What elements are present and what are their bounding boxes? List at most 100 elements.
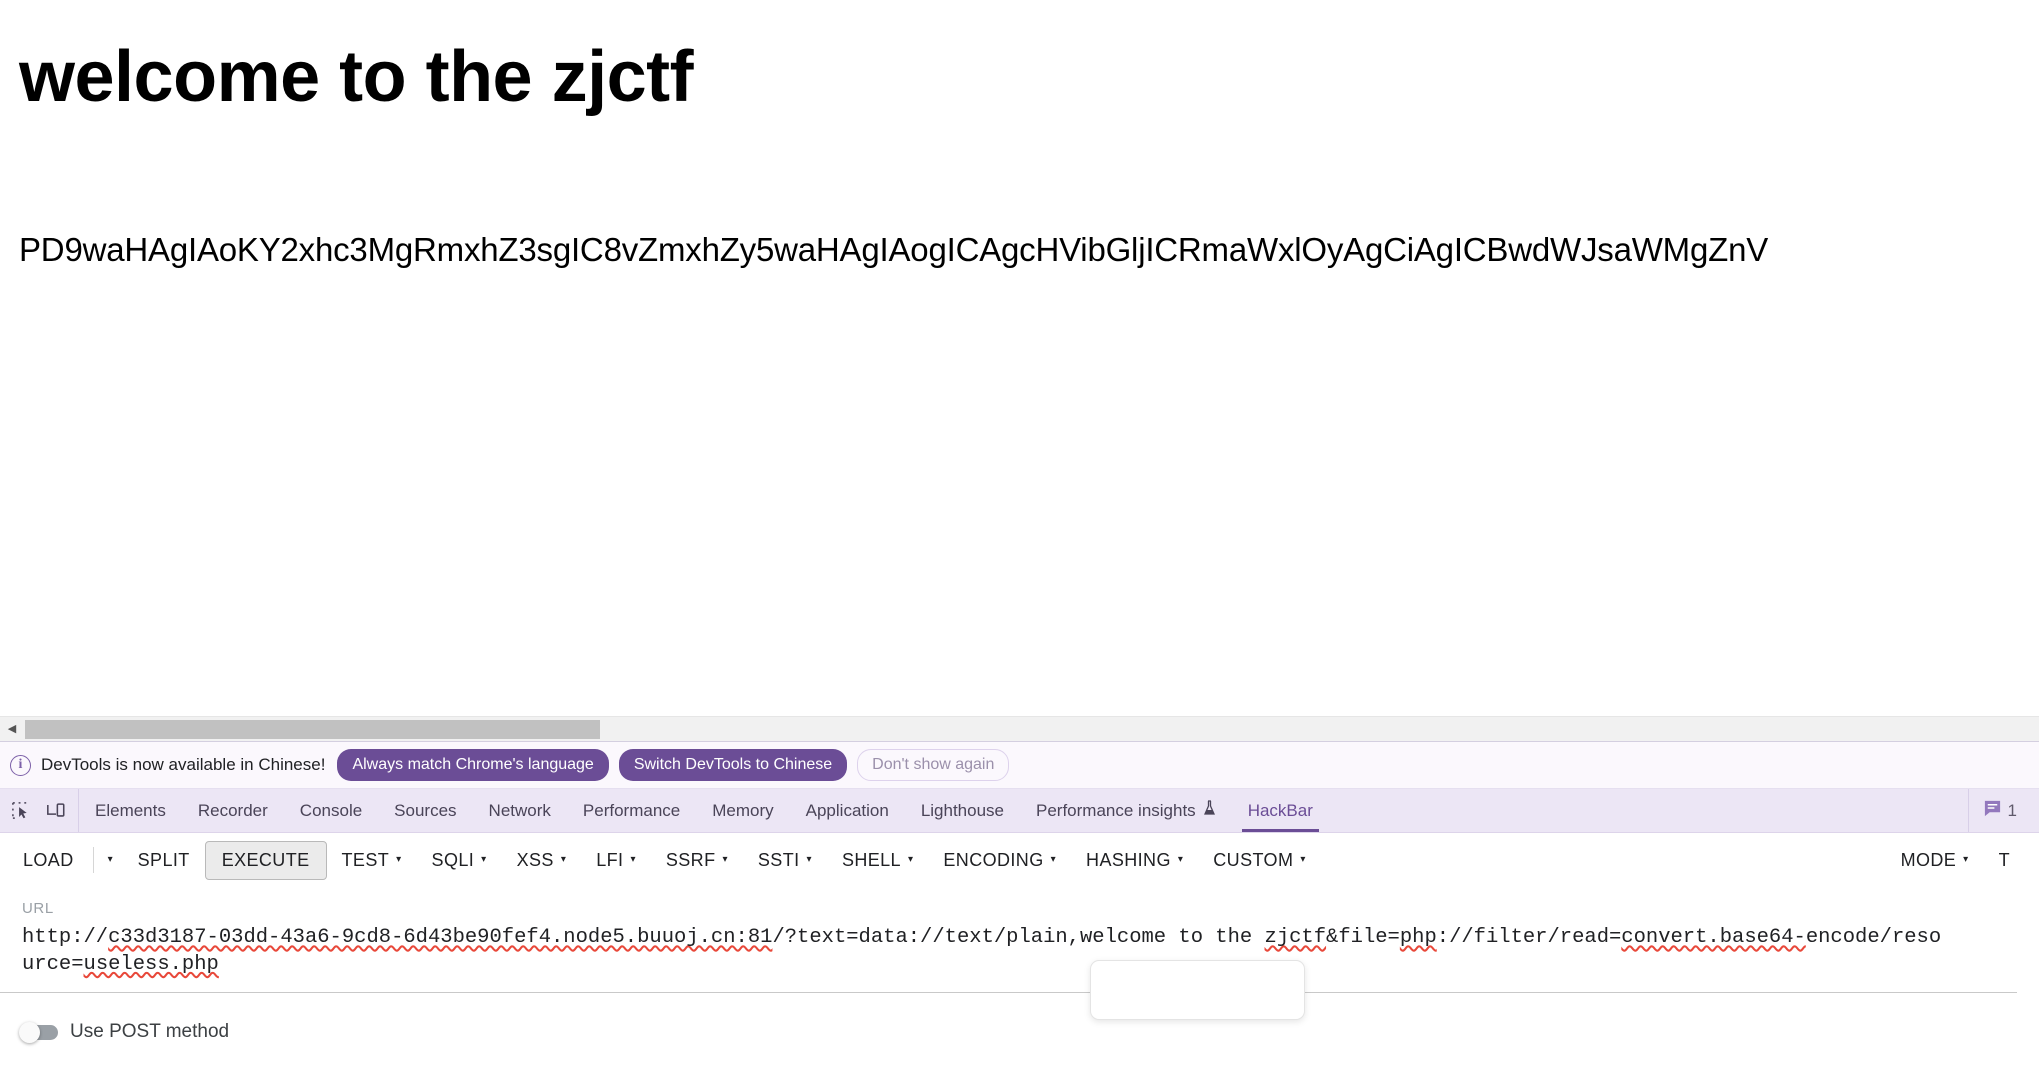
hackbar-lfi-button[interactable]: LFI ▾ xyxy=(581,841,651,880)
tab-label: HackBar xyxy=(1247,800,1313,820)
hackbar-toolbar: LOAD ▾ SPLIT EXECUTE TEST ▾ SQLI ▾ XSS ▾ LF… xyxy=(0,833,2039,888)
button-label: SSRF xyxy=(665,849,716,870)
hackbar-load-button[interactable]: LOAD xyxy=(8,841,89,880)
tab-label: Performance xyxy=(582,800,681,820)
devtools-language-notice: i DevTools is now available in Chinese! … xyxy=(0,742,2039,789)
tab-performance-insights[interactable]: Performance insights xyxy=(1020,789,1232,832)
page-title: welcome to the zjctf xyxy=(19,37,694,117)
hackbar-sqli-button[interactable]: SQLI ▾ xyxy=(417,841,502,880)
base64-output-text: PD9waHAgIAoKY2xhc3MgRmxhZ3sgIC8vZmxhZy5w… xyxy=(19,231,1769,268)
dont-show-again-button[interactable]: Don't show again xyxy=(857,748,1010,782)
chevron-down-icon: ▾ xyxy=(560,854,567,865)
tab-label: Lighthouse xyxy=(920,800,1004,820)
chevron-down-icon: ▾ xyxy=(1963,854,1969,865)
devtools-tool-icons xyxy=(0,789,79,832)
horizontal-scrollbar[interactable]: ◀ xyxy=(0,716,2039,741)
use-post-method-toggle[interactable] xyxy=(19,1021,58,1043)
tab-recorder[interactable]: Recorder xyxy=(182,789,284,832)
tab-elements[interactable]: Elements xyxy=(79,789,182,832)
tab-lighthouse[interactable]: Lighthouse xyxy=(905,789,1020,832)
button-label: LFI xyxy=(596,849,624,870)
url-segment: &file= xyxy=(1326,926,1400,949)
hackbar-test-button[interactable]: TEST ▾ xyxy=(327,841,417,880)
tab-network[interactable]: Network xyxy=(473,789,567,832)
hackbar-load-dropdown-button[interactable]: ▾ xyxy=(98,847,123,873)
browser-page-viewport: welcome to the zjctf PD9waHAgIAoKY2xhc3M… xyxy=(0,0,2039,716)
chevron-down-icon: ▾ xyxy=(630,854,636,865)
tab-label: Recorder xyxy=(197,800,268,820)
tab-console[interactable]: Console xyxy=(284,789,378,832)
always-match-chrome-language-button[interactable]: Always match Chrome's language xyxy=(337,748,609,782)
button-label: HASHING xyxy=(1086,849,1171,870)
tab-performance[interactable]: Performance xyxy=(567,789,696,832)
url-segment-misspelled: php xyxy=(1399,926,1437,949)
devtools-tabbar-right: 1 xyxy=(1967,789,2039,832)
button-label: SQLI xyxy=(431,849,475,870)
hackbar-shell-button[interactable]: SHELL ▾ xyxy=(827,841,928,880)
devtools-tabbar: Elements Recorder Console Sources Networ… xyxy=(0,789,2039,833)
button-label: SHELL xyxy=(841,849,901,870)
url-segment-misspelled: c33d3187-03dd-43a6-9cd8-6d43be90fef4.nod… xyxy=(108,926,773,949)
hackbar-theme-button[interactable]: T xyxy=(1984,841,2025,880)
tab-label: Sources xyxy=(394,800,457,820)
post-body-card[interactable] xyxy=(1090,960,1305,1020)
hackbar-execute-button[interactable]: EXECUTE xyxy=(204,840,327,880)
hackbar-encoding-button[interactable]: ENCODING ▾ xyxy=(928,841,1071,880)
url-segment-misspelled: zjctf xyxy=(1264,926,1327,949)
message-icon[interactable] xyxy=(1983,799,2002,823)
button-label: EXECUTE xyxy=(221,849,310,870)
tab-label: Performance insights xyxy=(1036,800,1196,820)
tab-memory[interactable]: Memory xyxy=(696,789,789,832)
toolbar-divider xyxy=(92,847,94,873)
devtools-panel: i DevTools is now available in Chinese! … xyxy=(0,741,2039,1074)
chevron-down-icon: ▾ xyxy=(806,854,812,865)
devtools-tab-list: Elements Recorder Console Sources Networ… xyxy=(79,789,1968,832)
button-label: CUSTOM xyxy=(1213,849,1294,870)
chevron-down-icon: ▾ xyxy=(1177,854,1184,865)
switch-devtools-to-chinese-button[interactable]: Switch DevTools to Chinese xyxy=(618,748,848,782)
scrollbar-thumb[interactable] xyxy=(25,720,600,739)
button-label: T xyxy=(1998,849,2010,870)
hackbar-toolbar-right: MODE ▾ T xyxy=(1886,841,2031,880)
hackbar-xss-button[interactable]: XSS ▾ xyxy=(502,841,582,880)
info-icon: i xyxy=(10,754,31,776)
hackbar-split-button[interactable]: SPLIT xyxy=(123,841,205,880)
button-label: ENCODING xyxy=(943,849,1044,870)
url-segment: http:// xyxy=(22,926,109,949)
button-label: LOAD xyxy=(23,849,74,870)
button-label: SPLIT xyxy=(137,849,190,870)
hackbar-ssti-button[interactable]: SSTI ▾ xyxy=(743,841,827,880)
button-label: MODE xyxy=(1900,849,1957,870)
chevron-down-icon: ▾ xyxy=(107,854,113,865)
tab-label: Application xyxy=(805,800,889,820)
url-segment: ://filter/read= xyxy=(1436,926,1622,949)
tab-application[interactable]: Application xyxy=(790,789,905,832)
scroll-left-arrow-icon[interactable]: ◀ xyxy=(4,721,20,738)
chevron-down-icon: ▾ xyxy=(396,854,402,865)
hackbar-custom-button[interactable]: CUSTOM ▾ xyxy=(1198,841,1321,880)
hackbar-mode-button[interactable]: MODE ▾ xyxy=(1886,841,1984,880)
hackbar-toolbar-left: LOAD ▾ SPLIT EXECUTE TEST ▾ SQLI ▾ XSS ▾ LF… xyxy=(8,840,1886,880)
url-segment: /?text=data://text/plain,welcome to the xyxy=(772,926,1265,949)
use-post-method-label: Use POST method xyxy=(70,1021,230,1043)
button-label: SSTI xyxy=(757,849,800,870)
hackbar-hashing-button[interactable]: HASHING ▾ xyxy=(1071,841,1198,880)
flask-icon xyxy=(1203,800,1216,821)
tab-hackbar[interactable]: HackBar xyxy=(1232,789,1329,832)
chevron-down-icon: ▾ xyxy=(1300,854,1306,865)
button-label: TEST xyxy=(341,849,390,870)
message-count: 1 xyxy=(2007,800,2017,820)
url-segment-misspelled: convert.base64- xyxy=(1621,926,1806,949)
chevron-down-icon: ▾ xyxy=(722,854,728,865)
chevron-down-icon: ▾ xyxy=(481,854,487,865)
hackbar-body: URL http://c33d3187-03dd-43a6-9cd8-6d43b… xyxy=(0,888,2039,1044)
url-input[interactable]: http://c33d3187-03dd-43a6-9cd8-6d43be90f… xyxy=(22,925,1952,978)
post-method-row: Use POST method xyxy=(19,993,2017,1043)
device-toolbar-icon[interactable] xyxy=(42,797,70,825)
tab-label: Memory xyxy=(712,800,774,820)
chevron-down-icon: ▾ xyxy=(907,854,914,865)
inspect-element-icon[interactable] xyxy=(6,797,34,825)
chevron-down-icon: ▾ xyxy=(1050,854,1057,865)
hackbar-ssrf-button[interactable]: SSRF ▾ xyxy=(651,841,743,880)
tab-sources[interactable]: Sources xyxy=(378,789,472,832)
